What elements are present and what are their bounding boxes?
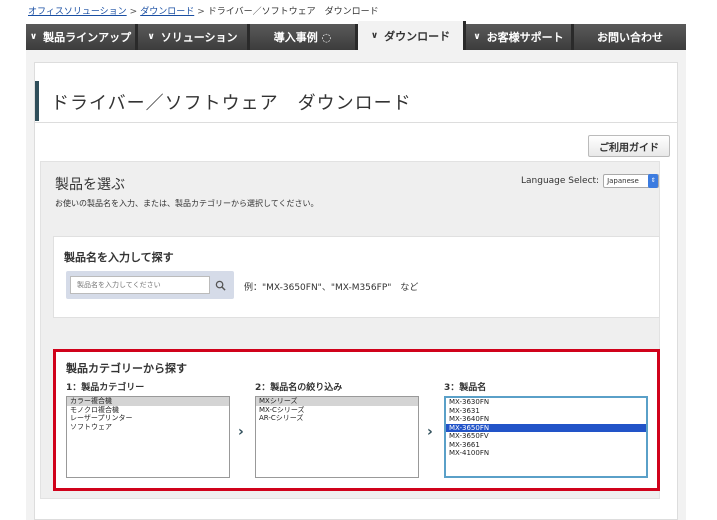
series-listbox[interactable]: MXシリーズ MX-Cシリーズ AR-Cシリーズ: [255, 396, 419, 478]
chevron-down-icon: ∨: [29, 32, 38, 42]
chevron-down-icon: ∨: [370, 30, 379, 41]
nav-item-contact[interactable]: お問い合わせ: [574, 24, 686, 50]
search-example: 例："MX-3650FN"、"MX-M356FP" など: [244, 283, 419, 293]
category-heading: 製品カテゴリーから探す: [66, 362, 187, 375]
nav-label: お問い合わせ: [597, 31, 663, 44]
language-value: Japanese: [607, 177, 639, 185]
list-option[interactable]: MX-3640FN: [446, 415, 646, 424]
breadcrumb-separator: >: [129, 7, 138, 17]
language-select: Language Select: Japanese ⇕: [521, 174, 660, 188]
list-option[interactable]: MX-3630FN: [446, 398, 646, 407]
nav-label: ダウンロード: [384, 29, 451, 43]
language-label: Language Select:: [521, 176, 600, 186]
search-wrapper: [66, 271, 234, 299]
col3-label: 3：製品名: [444, 383, 487, 393]
list-option[interactable]: MX-4100FN: [446, 449, 646, 458]
dropdown-arrows-icon: ⇕: [648, 174, 659, 188]
nav-label: ソリューション: [160, 31, 238, 44]
title-accent-bar: [35, 81, 39, 121]
category-search-box: 製品カテゴリーから探す 1：製品カテゴリー 2：製品名の絞り込み 3：製品名 カ…: [53, 349, 660, 491]
col2-label: 2：製品名の絞り込み: [255, 383, 343, 393]
select-heading: 製品を選ぶ: [55, 177, 125, 193]
nav-label: 製品ラインアップ: [43, 31, 132, 44]
breadcrumb-office-solutions[interactable]: オフィスソリューション: [28, 7, 127, 17]
chevron-right-icon: ›: [238, 424, 244, 440]
usage-guide-button[interactable]: ご利用ガイド: [588, 135, 670, 157]
list-option[interactable]: カラー複合機: [67, 397, 229, 406]
nav-item-solutions[interactable]: ∨ ソリューション: [138, 24, 250, 50]
list-option[interactable]: MX-Cシリーズ: [256, 406, 418, 415]
nav-item-product-lineup[interactable]: ∨ 製品ラインアップ: [26, 24, 138, 50]
chevron-down-icon: ∨: [147, 32, 155, 42]
list-option[interactable]: MX-3650FV: [446, 432, 646, 441]
breadcrumb-current: ドライバー／ソフトウェア ダウンロード: [207, 7, 379, 17]
nav-item-case-studies[interactable]: 導入事例 ◌: [250, 24, 358, 50]
name-search-heading: 製品名を入力して探す: [64, 251, 174, 264]
breadcrumb-download[interactable]: ダウンロード: [140, 7, 194, 17]
global-nav: ∨ 製品ラインアップ ∨ ソリューション 導入事例 ◌ ∨ ダウンロード ∨ お客様サポ…: [26, 21, 686, 50]
list-option[interactable]: MX-3661: [446, 441, 646, 450]
product-select-panel: 製品を選ぶ お使いの製品名を入力、または、製品カテゴリーから選択してください。 …: [40, 161, 660, 499]
list-option[interactable]: AR-Cシリーズ: [256, 414, 418, 423]
nav-label: お客様サポート: [486, 31, 564, 44]
col1-label: 1：製品カテゴリー: [66, 383, 145, 393]
product-listbox[interactable]: MX-3630FN MX-3631 MX-3640FN MX-3650FN MX-365…: [444, 396, 648, 478]
select-description: お使いの製品名を入力、または、製品カテゴリーから選択してください。: [55, 199, 319, 208]
search-icon[interactable]: [212, 277, 228, 293]
list-option[interactable]: MXシリーズ: [256, 397, 418, 406]
nav-item-download[interactable]: ∨ ダウンロード: [358, 21, 466, 50]
list-option[interactable]: モノクロ複合機: [67, 406, 229, 415]
breadcrumb: オフィスソリューション > ダウンロード > ドライバー／ソフトウェア ダウンロード: [28, 4, 379, 17]
name-search-box: 製品名を入力して探す 例："MX-3650FN"、"MX-M356FP" など: [53, 236, 660, 318]
chevron-down-icon: ∨: [473, 32, 481, 42]
page-title: ドライバー／ソフトウェア ダウンロード: [51, 93, 412, 114]
chevron-right-icon: ›: [427, 424, 433, 440]
list-option[interactable]: レーザープリンター: [67, 414, 229, 423]
category-listbox[interactable]: カラー複合機 モノクロ複合機 レーザープリンター ソフトウェア: [66, 396, 230, 478]
page-content: ドライバー／ソフトウェア ダウンロード ご利用ガイド 製品を選ぶ お使いの製品名…: [34, 62, 678, 520]
nav-label: 導入事例 ◌: [273, 31, 332, 44]
nav-item-customer-support[interactable]: ∨ お客様サポート: [466, 24, 574, 50]
language-dropdown[interactable]: Japanese ⇕: [603, 174, 660, 188]
breadcrumb-separator: >: [197, 7, 205, 17]
list-option[interactable]: MX-3631: [446, 407, 646, 416]
list-option[interactable]: MX-3650FN: [446, 423, 646, 432]
title-bar: ドライバー／ソフトウェア ダウンロード: [35, 73, 677, 123]
list-option[interactable]: ソフトウェア: [67, 423, 229, 432]
product-name-input[interactable]: [70, 276, 210, 294]
